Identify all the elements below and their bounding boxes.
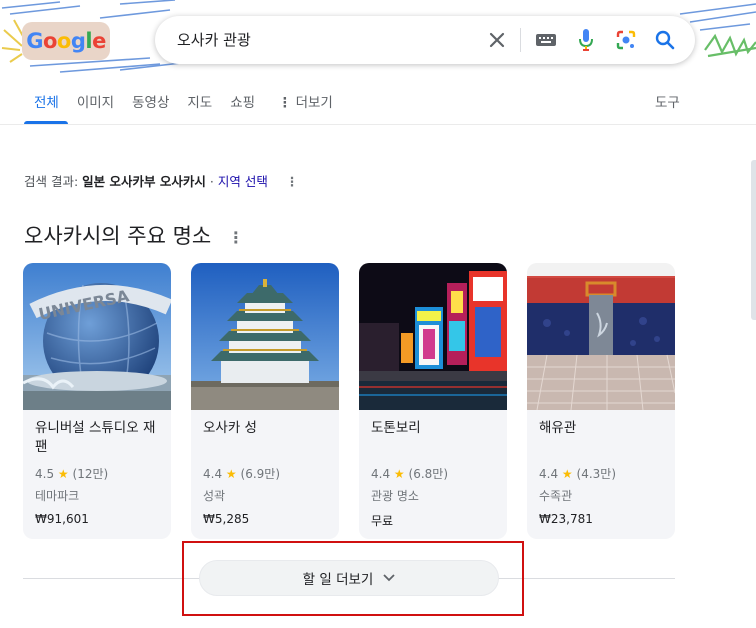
attraction-card-osaka-castle[interactable]: 오사카 성 4.4 ★ (6.9만) 성곽 ₩5,285 (191, 263, 339, 539)
tab-videos[interactable]: 동영상 (123, 90, 178, 124)
universal-studios-photo: UNIVERSA (23, 263, 171, 410)
review-count: (6.9만) (240, 467, 281, 481)
attraction-cards: UNIVERSA 유니버설 스튜디오 재팬 4.5 ★ (12만) 테마파크 ₩… (23, 263, 675, 539)
card-price: ₩23,781 (539, 512, 593, 526)
star-icon: ★ (57, 467, 69, 481)
card-title: 도톤보리 (371, 420, 421, 436)
review-count: (4.3만) (576, 467, 617, 481)
attraction-card-universal-studios[interactable]: UNIVERSA 유니버설 스튜디오 재팬 4.5 ★ (12만) 테마파크 ₩… (23, 263, 171, 539)
osaka-castle-photo (191, 263, 339, 410)
card-category: 테마파크 (35, 489, 80, 503)
tab-more[interactable]: ⋮ 더보기 (264, 90, 342, 124)
location-more-icon[interactable]: ⋮ (286, 172, 299, 192)
search-input[interactable] (177, 16, 477, 64)
microphone-icon[interactable] (574, 28, 598, 52)
card-rating: 4.4 ★ (4.3만) (539, 465, 616, 482)
star-icon: ★ (225, 467, 237, 481)
card-rating: 4.4 ★ (6.8만) (371, 465, 448, 482)
more-things-to-do-button[interactable]: 할 일 더보기 (199, 560, 499, 596)
tab-images[interactable]: 이미지 (68, 90, 123, 124)
searchbox-divider (520, 28, 521, 52)
tab-shopping[interactable]: 쇼핑 (221, 90, 264, 124)
rating-value: 4.4 (539, 467, 559, 481)
card-price: ₩5,285 (203, 512, 250, 526)
card-category: 수족관 (539, 489, 573, 503)
location-line: 검색 결과: 일본 오사카부 오사카시 · 지역 선택 ⋮ (24, 172, 298, 192)
tab-all[interactable]: 전체 (24, 90, 68, 124)
card-title: 오사카 성 (203, 420, 257, 436)
side-panel-edge (751, 160, 756, 320)
section-title: 오사카시의 주요 명소 ⋮ (24, 221, 244, 253)
card-price: ₩91,601 (35, 512, 89, 526)
star-icon: ★ (561, 467, 573, 481)
google-doodle-logo[interactable]: Google (22, 22, 110, 60)
rating-value: 4.5 (35, 467, 55, 481)
clear-icon[interactable] (485, 28, 509, 52)
card-category: 성곽 (203, 489, 226, 503)
dotonbori-photo (359, 263, 507, 410)
chevron-down-icon (383, 574, 395, 582)
location-separator: · (209, 174, 214, 189)
rating-value: 4.4 (203, 467, 223, 481)
tab-more-label: 더보기 (295, 95, 333, 111)
choose-area-link[interactable]: 지역 선택 (218, 174, 268, 189)
more-button-label: 할 일 더보기 (302, 572, 374, 588)
card-title: 유니버설 스튜디오 재팬 (35, 420, 156, 455)
location-prefix: 검색 결과: (24, 174, 79, 189)
search-tabs: 전체 이미지 동영상 지도 쇼핑 ⋮ 더보기 (24, 90, 342, 124)
kaiyukan-photo (527, 263, 675, 410)
card-rating: 4.5 ★ (12만) (35, 465, 108, 482)
tab-maps[interactable]: 지도 (178, 90, 221, 124)
search-icon[interactable] (653, 28, 677, 52)
more-vert-icon: ⋮ (278, 95, 292, 111)
review-count: (6.8만) (408, 467, 449, 481)
google-lens-icon[interactable] (614, 28, 638, 52)
card-category: 관광 명소 (371, 489, 419, 503)
attraction-card-dotonbori[interactable]: 도톤보리 4.4 ★ (6.8만) 관광 명소 무료 (359, 263, 507, 539)
section-title-text: 오사카시의 주요 명소 (24, 224, 212, 248)
location-place: 일본 오사카부 오사카시 (82, 174, 206, 189)
tabs-divider (0, 124, 756, 125)
card-title: 해유관 (539, 420, 577, 436)
search-box (155, 16, 695, 64)
card-price: 무료 (371, 514, 394, 528)
keyboard-icon[interactable] (534, 28, 558, 52)
rating-value: 4.4 (371, 467, 391, 481)
review-count: (12만) (72, 467, 109, 481)
card-rating: 4.4 ★ (6.9만) (203, 465, 280, 482)
attraction-card-kaiyukan[interactable]: 해유관 4.4 ★ (4.3만) 수족관 ₩23,781 (527, 263, 675, 539)
star-icon: ★ (393, 467, 405, 481)
section-more-icon[interactable]: ⋮ (228, 223, 244, 253)
tools-button[interactable]: 도구 (655, 90, 680, 116)
